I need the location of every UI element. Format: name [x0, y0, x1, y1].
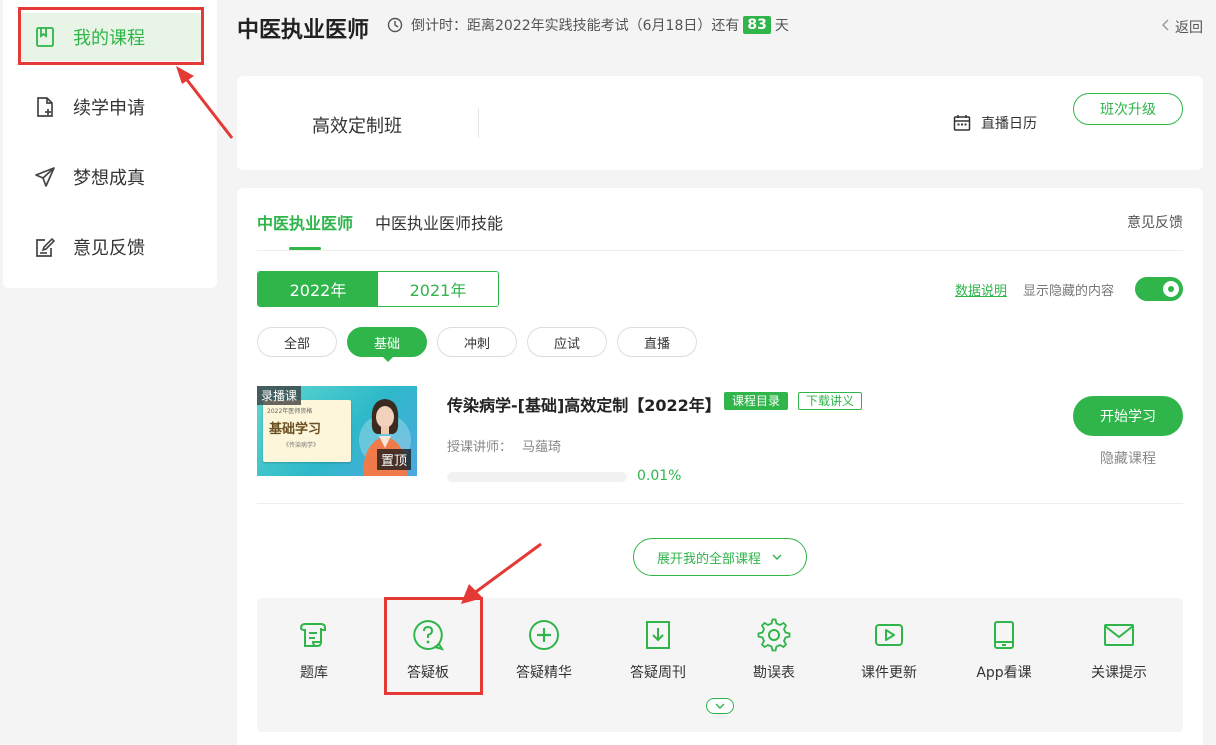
- question-bank-icon: [299, 623, 326, 648]
- tool-label: 课件更新: [861, 665, 917, 681]
- tabs-divider: [257, 250, 1183, 251]
- thumbnail-book-subtitle: 《传染病学》: [283, 442, 320, 449]
- sidebar-item-label: 意见反馈: [73, 238, 145, 259]
- learning-tools: 题库 答疑板 答疑精华 答疑周刊 勘误表 课件更新 App看课 关课提示: [257, 598, 1183, 732]
- expand-label: 展开我的全部课程: [656, 551, 761, 567]
- tool-label: 答疑板: [407, 665, 449, 681]
- tab-tcm-physician[interactable]: 中医执业医师: [257, 210, 353, 250]
- course-catalog-badge[interactable]: 课程目录: [724, 392, 789, 410]
- toggle-knob: [1163, 281, 1179, 297]
- edit-note-icon: [33, 235, 57, 259]
- tool-question-bank[interactable]: 题库: [264, 618, 364, 688]
- course-item: 2022年医师资格 基础学习 《传染病学》 录播课 置顶 传染病学-[基础]高效…: [257, 386, 1183, 504]
- show-hidden-toggle[interactable]: [1135, 277, 1183, 301]
- filter-all[interactable]: 全部: [257, 327, 337, 357]
- sidebar-item-my-courses[interactable]: 我的课程: [19, 13, 201, 61]
- thumbnail-book-cover: 2022年医师资格 基础学习 《传染病学》: [263, 400, 351, 462]
- tool-label: 答疑精华: [516, 665, 572, 681]
- filter-sprint[interactable]: 冲刺: [437, 327, 517, 357]
- header: 中医执业医师 倒计时：距离2022年实践技能考试（6月18日）还有 83 天 返…: [237, 0, 1203, 52]
- tool-label: App看课: [976, 665, 1032, 681]
- course-title[interactable]: 传染病学-[基础]高效定制【2022年】: [447, 392, 721, 416]
- tool-label: 关课提示: [1091, 665, 1147, 681]
- file-add-icon: [33, 95, 57, 119]
- filter-basic[interactable]: 基础: [347, 327, 427, 362]
- tab-tcm-physician-skills[interactable]: 中医执业医师技能: [375, 210, 503, 250]
- tools-expand-button[interactable]: [706, 698, 734, 714]
- download-doc-icon: [646, 621, 670, 649]
- download-handout-badge[interactable]: 下载讲义: [798, 392, 863, 410]
- sidebar: 我的课程 续学申请 梦想成真 意见反馈: [3, 0, 217, 288]
- class-upgrade-button[interactable]: 班次升级: [1073, 93, 1183, 125]
- thumbnail-book-caption: 2022年医师资格: [267, 408, 313, 415]
- show-hidden-label: 显示隐藏的内容: [1023, 284, 1115, 299]
- data-note-link[interactable]: 数据说明: [955, 280, 1007, 299]
- countdown-suffix: 天: [774, 18, 789, 34]
- sidebar-item-dream[interactable]: 梦想成真: [19, 153, 201, 201]
- start-learning-button[interactable]: 开始学习: [1073, 396, 1183, 436]
- tool-qa-weekly[interactable]: 答疑周刊: [608, 618, 708, 688]
- hide-course-link[interactable]: 隐藏课程: [1100, 448, 1156, 468]
- sidebar-item-label: 我的课程: [73, 28, 145, 49]
- course-thumbnail[interactable]: 2022年医师资格 基础学习 《传染病学》 录播课 置顶: [257, 386, 417, 476]
- tool-qa-board[interactable]: 答疑板: [378, 618, 478, 688]
- tool-courseware-updates[interactable]: 课件更新: [839, 618, 939, 688]
- sidebar-item-label: 梦想成真: [73, 168, 145, 189]
- bookmark-book-icon: [33, 25, 57, 49]
- tool-errata[interactable]: 勘误表: [724, 618, 824, 688]
- lecturer-name: 马蕴琦: [522, 440, 562, 455]
- feedback-link[interactable]: 意见反馈: [1127, 212, 1183, 232]
- chevron-down-icon: [771, 551, 783, 563]
- sidebar-item-label: 续学申请: [73, 98, 145, 119]
- recorded-course-tag: 录播课: [257, 386, 302, 405]
- year-selector: 2022年 2021年: [257, 271, 499, 307]
- year-option-2021[interactable]: 2021年: [378, 272, 498, 306]
- countdown-days-badge: 83: [743, 16, 771, 34]
- lecturer-label: 授课讲师：: [447, 440, 513, 455]
- year-option-2022[interactable]: 2022年: [258, 272, 378, 306]
- class-card: 高效定制班 直播日历 班次升级: [237, 76, 1203, 170]
- sidebar-item-feedback[interactable]: 意见反馈: [19, 223, 201, 271]
- calendar-icon: [953, 114, 971, 132]
- page-title: 中医执业医师: [237, 18, 370, 43]
- thumbnail-book-title: 基础学习: [269, 422, 322, 437]
- tool-label: 勘误表: [753, 665, 795, 681]
- paper-plane-icon: [33, 165, 57, 189]
- exam-countdown: 倒计时：距离2022年实践技能考试（6月18日）还有 83 天: [387, 15, 789, 35]
- chevron-left-icon: [1161, 19, 1169, 35]
- progress-bar: [447, 472, 627, 482]
- filter-live[interactable]: 直播: [617, 327, 697, 357]
- back-label: 返回: [1175, 20, 1203, 36]
- course-type-filters: 全部 基础 冲刺 应试 直播: [257, 327, 707, 362]
- tool-qa-highlights[interactable]: 答疑精华: [494, 618, 594, 688]
- live-calendar-label: 直播日历: [981, 116, 1037, 132]
- chevron-down-icon: [715, 703, 725, 709]
- course-badges: 课程目录 下载讲义: [724, 392, 872, 410]
- countdown-text: 倒计时：距离2022年实践技能考试（6月18日）还有: [411, 18, 740, 34]
- tool-label: 答疑周刊: [630, 665, 686, 681]
- progress-percent: 0.01%: [637, 468, 682, 484]
- sidebar-item-renewal[interactable]: 续学申请: [19, 83, 201, 131]
- pin-to-top-button[interactable]: 置顶: [376, 449, 411, 470]
- clock-icon: [387, 17, 403, 33]
- expand-all-courses-button[interactable]: 展开我的全部课程: [633, 538, 807, 576]
- course-lecturer: 授课讲师： 马蕴琦: [447, 436, 561, 455]
- filter-exam[interactable]: 应试: [527, 327, 607, 357]
- mail-icon: [1104, 624, 1134, 646]
- video-play-icon: [875, 624, 903, 646]
- back-button[interactable]: 返回: [1161, 17, 1203, 37]
- course-panel: 中医执业医师 中医执业医师技能 意见反馈 2022年 2021年 数据说明 显示…: [237, 188, 1203, 745]
- divider: [478, 108, 479, 138]
- class-name: 高效定制班: [312, 116, 402, 137]
- tool-label: 题库: [300, 665, 328, 681]
- gear-icon: [757, 618, 791, 652]
- plus-circle-icon: [529, 620, 559, 650]
- live-calendar-link[interactable]: 直播日历: [953, 113, 1037, 133]
- tablet-icon: [994, 621, 1014, 649]
- qa-board-icon: [413, 619, 445, 651]
- exam-tabs: 中医执业医师 中医执业医师技能: [257, 210, 525, 250]
- tool-app-viewing[interactable]: App看课: [954, 618, 1054, 688]
- tool-course-close-reminder[interactable]: 关课提示: [1069, 618, 1169, 688]
